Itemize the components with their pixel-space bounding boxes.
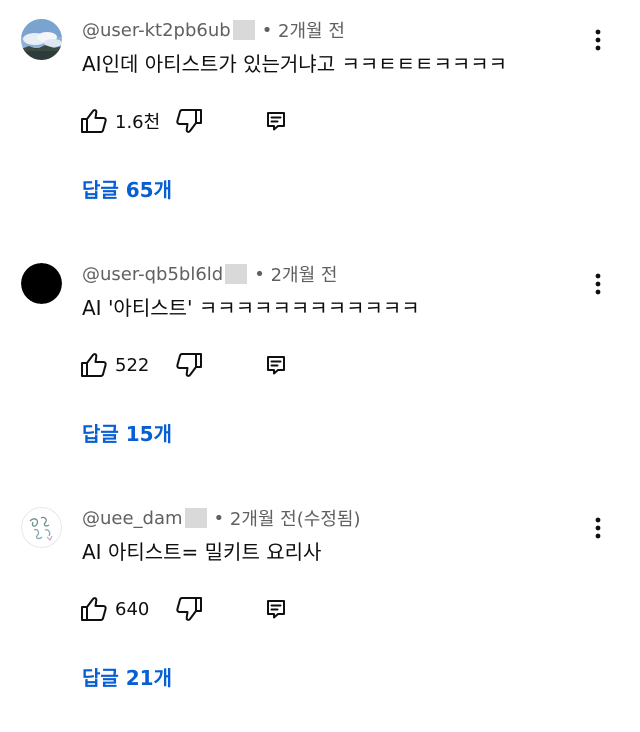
avatar[interactable] bbox=[21, 507, 62, 548]
more-vert-icon bbox=[595, 273, 601, 295]
comment-meta: @user-kt2pb6ub • 2개월 전 bbox=[82, 17, 345, 43]
comment-actions: 522 bbox=[80, 349, 287, 381]
comment: @user-qb5bl6ld • 2개월 전 AI '아티스트' ㅋㅋㅋㅋㅋㅋㅋ… bbox=[0, 244, 640, 488]
thumb-up-icon bbox=[81, 353, 107, 377]
handle-redaction bbox=[184, 508, 207, 528]
dislike-button[interactable] bbox=[175, 352, 203, 378]
reply-button[interactable] bbox=[265, 354, 287, 376]
dislike-button[interactable] bbox=[175, 596, 203, 622]
thumb-down-icon bbox=[176, 597, 202, 621]
comment-meta: @uee_dam • 2개월 전(수정됨) bbox=[82, 505, 360, 531]
more-vert-icon bbox=[595, 29, 601, 51]
comment-time[interactable]: 2개월 전(수정됨) bbox=[230, 505, 361, 531]
comment-actions: 640 bbox=[80, 593, 287, 625]
view-replies-link[interactable]: 답글 15개 bbox=[82, 418, 172, 447]
comment-time[interactable]: 2개월 전 bbox=[271, 261, 338, 287]
handle-redaction bbox=[225, 264, 248, 284]
comment: @user-kt2pb6ub • 2개월 전 AI인데 아티스트가 있는거냐고 … bbox=[0, 0, 640, 244]
like-button[interactable] bbox=[80, 596, 108, 622]
comment-text: AI 아티스트= 밀키트 요리사 bbox=[82, 540, 322, 564]
reply-icon bbox=[267, 112, 285, 131]
reply-icon bbox=[267, 356, 285, 375]
comment-actions: 1.6천 bbox=[80, 105, 287, 137]
more-actions-button[interactable] bbox=[586, 26, 610, 54]
view-replies-link[interactable]: 답글 65개 bbox=[82, 174, 172, 203]
thumb-down-icon bbox=[176, 353, 202, 377]
like-button[interactable] bbox=[80, 108, 108, 134]
sky-photo-avatar bbox=[21, 19, 62, 60]
comment-time[interactable]: 2개월 전 bbox=[278, 17, 345, 43]
author-handle[interactable]: @user-qb5bl6ld bbox=[82, 264, 223, 285]
thumb-up-icon bbox=[81, 109, 107, 133]
thumb-up-icon bbox=[81, 597, 107, 621]
comment-meta: @user-qb5bl6ld • 2개월 전 bbox=[82, 261, 337, 287]
author-handle[interactable]: @uee_dam bbox=[82, 508, 183, 529]
like-count: 1.6천 bbox=[115, 112, 161, 133]
more-actions-button[interactable] bbox=[586, 514, 610, 542]
comment-text: AI '아티스트' ㅋㅋㅋㅋㅋㅋㅋㅋㅋㅋㅋㅋ bbox=[82, 296, 420, 320]
avatar[interactable] bbox=[21, 263, 62, 304]
reply-button[interactable] bbox=[265, 598, 287, 620]
author-handle[interactable]: @user-kt2pb6ub bbox=[82, 20, 231, 41]
comment: @uee_dam • 2개월 전(수정됨) AI 아티스트= 밀키트 요리사 6… bbox=[0, 488, 640, 732]
meta-separator: • bbox=[213, 507, 230, 529]
meta-separator: • bbox=[261, 19, 279, 41]
thumb-down-icon bbox=[176, 109, 202, 133]
handle-redaction bbox=[232, 20, 255, 40]
more-actions-button[interactable] bbox=[586, 270, 610, 298]
like-count: 522 bbox=[115, 354, 150, 376]
reply-icon bbox=[267, 600, 285, 619]
view-replies-link[interactable]: 답글 21개 bbox=[82, 662, 172, 691]
like-button[interactable] bbox=[80, 352, 108, 378]
more-vert-icon bbox=[595, 517, 601, 539]
sketch-avatar bbox=[21, 507, 62, 548]
meta-separator: • bbox=[254, 263, 271, 285]
like-count: 640 bbox=[115, 598, 150, 620]
black-circle-avatar bbox=[21, 263, 62, 304]
dislike-button[interactable] bbox=[175, 108, 203, 134]
avatar[interactable] bbox=[21, 19, 62, 60]
reply-button[interactable] bbox=[265, 110, 287, 132]
comment-text: AI인데 아티스트가 있는거냐고 ㅋㅋㅌㅌㅌㅋㅋㅋㅋ bbox=[82, 52, 508, 76]
